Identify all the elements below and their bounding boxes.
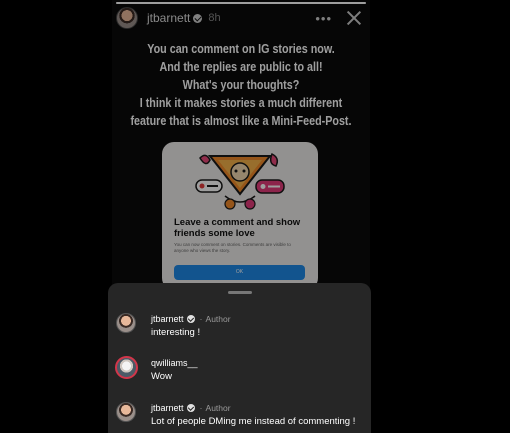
comment-text: interesting ! <box>151 327 201 338</box>
comment-header: qwilliams__ <box>151 358 198 368</box>
verified-badge-icon <box>186 314 195 323</box>
sheet-drag-handle[interactable] <box>228 291 252 294</box>
commenter-avatar[interactable] <box>116 402 136 422</box>
comments-sheet: jtbarnett · Author interesting ! qwilliams… <box>108 283 371 433</box>
verified-badge-icon <box>186 403 195 412</box>
author-badge: Author <box>205 314 231 324</box>
commenter-username[interactable]: qwilliams__ <box>151 358 198 368</box>
comment-text: Lot of people DMing me instead of commen… <box>151 416 356 427</box>
commenter-avatar[interactable] <box>115 356 138 379</box>
separator-dot: · <box>199 314 203 324</box>
comment-item: qwilliams__ Wow <box>115 356 366 393</box>
separator-dot: · <box>199 403 203 413</box>
author-badge: Author <box>205 403 231 413</box>
comment-item: jtbarnett · Author interesting ! <box>116 313 366 349</box>
comment-text: Wow <box>151 371 172 382</box>
commenter-username[interactable]: jtbarnett <box>151 314 184 324</box>
commenter-username[interactable]: jtbarnett <box>151 403 184 413</box>
commenter-avatar[interactable] <box>116 313 136 333</box>
comment-header: jtbarnett · Author <box>151 314 231 324</box>
comment-header: jtbarnett · Author <box>151 403 231 413</box>
comment-item: jtbarnett · Author Lot of people DMing me … <box>116 402 366 433</box>
